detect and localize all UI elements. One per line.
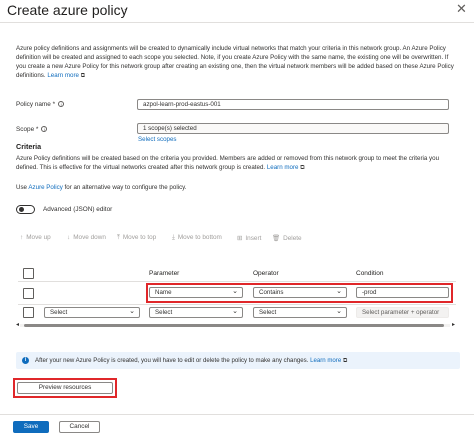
move-down-button[interactable]: ↓ Move down xyxy=(67,234,106,241)
group-value: Select xyxy=(50,309,68,316)
alt-prefix: Use xyxy=(16,184,28,191)
footer-divider xyxy=(0,414,474,415)
close-icon[interactable]: ✕ xyxy=(456,1,467,17)
scope-label: Scope * i xyxy=(16,126,48,133)
parameter-value: Name xyxy=(155,289,172,296)
intro-description: Azure policy definitions and assignments… xyxy=(16,44,456,80)
criteria-text: Azure Policy definitions will be created… xyxy=(16,155,440,172)
info-message-text: After your new Azure Policy is created, … xyxy=(35,357,309,364)
operator-select[interactable]: Select ⌄ xyxy=(253,307,347,318)
policy-name-label-text: Policy name * xyxy=(16,101,56,108)
info-message-bar: i After your new Azure Policy is created… xyxy=(16,352,460,369)
column-header-operator: Operator xyxy=(253,270,279,277)
toggle-knob xyxy=(18,207,24,213)
criteria-learn-more-link[interactable]: Learn more xyxy=(267,164,299,171)
column-header-condition: Condition xyxy=(356,270,384,277)
advanced-editor-toggle[interactable] xyxy=(16,205,35,214)
move-to-bottom-label: Move to bottom xyxy=(177,234,222,241)
header-divider xyxy=(0,22,474,23)
insert-icon: ⊞ xyxy=(237,235,243,242)
info-icon: i xyxy=(22,356,29,364)
info-learn-more-link[interactable]: Learn more xyxy=(310,357,341,364)
delete-button[interactable]: 🗑︎ Delete xyxy=(272,234,302,242)
move-down-label: Move down xyxy=(73,234,106,241)
chevron-down-icon: ⌄ xyxy=(129,308,135,315)
insert-label: Insert xyxy=(245,235,262,242)
horizontal-scrollbar[interactable] xyxy=(24,324,444,327)
insert-button[interactable]: ⊞ Insert xyxy=(237,234,261,242)
policy-name-input[interactable]: azpol-learn-prod-eastus-001 xyxy=(137,99,449,110)
row-checkbox[interactable] xyxy=(23,307,34,318)
operator-value: Select xyxy=(259,309,277,316)
move-to-bottom-button[interactable]: ⤓ Move to bottom xyxy=(172,234,222,242)
group-select[interactable]: Select ⌄ xyxy=(44,307,140,318)
chevron-down-icon: ⌄ xyxy=(232,308,238,315)
cancel-button[interactable]: Cancel xyxy=(59,421,100,433)
chevron-down-icon: ⌄ xyxy=(336,288,342,295)
arrow-to-bottom-icon: ⤓ xyxy=(172,234,175,241)
delete-label: Delete xyxy=(283,235,302,242)
alt-suffix: for an alternative way to configure the … xyxy=(64,184,187,191)
parameter-value: Select xyxy=(155,309,173,316)
external-link-icon: ⧉ xyxy=(300,164,305,172)
external-link-icon: ⧉ xyxy=(80,72,86,80)
scroll-left-icon[interactable]: ◂ xyxy=(16,321,19,328)
move-to-top-button[interactable]: ⤒ Move to top xyxy=(117,234,156,242)
scroll-right-icon[interactable]: ▸ xyxy=(452,321,455,328)
scope-field: 1 scope(s) selected xyxy=(137,123,449,134)
row-divider xyxy=(18,304,456,305)
operator-select[interactable]: Contains ⌄ xyxy=(253,287,347,298)
intro-learn-more-link[interactable]: Learn more xyxy=(47,72,79,79)
advanced-editor-label: Advanced (JSON) editor xyxy=(43,206,113,213)
chevron-down-icon: ⌄ xyxy=(336,308,342,315)
condition-input-disabled: Select parameter + operator xyxy=(356,307,449,318)
operator-value: Contains xyxy=(259,289,284,296)
scope-label-text: Scope * xyxy=(16,126,39,133)
info-message: After your new Azure Policy is created, … xyxy=(35,357,347,365)
page-title: Create azure policy xyxy=(7,2,128,18)
more-options-icon[interactable]: … xyxy=(117,2,128,13)
save-button[interactable]: Save xyxy=(13,421,49,433)
policy-name-label: Policy name * i xyxy=(16,101,65,108)
column-header-parameter: Parameter xyxy=(149,270,180,277)
external-link-icon: ⧉ xyxy=(342,357,348,364)
move-up-button[interactable]: ↑ Move up xyxy=(20,234,51,241)
move-to-top-label: Move to top xyxy=(122,234,157,241)
criteria-heading: Criteria xyxy=(16,142,42,151)
criteria-description: Azure Policy definitions will be created… xyxy=(16,154,456,172)
arrow-down-icon: ↓ xyxy=(67,234,71,241)
azure-policy-link[interactable]: Azure Policy xyxy=(28,184,62,191)
condition-input[interactable]: -prod xyxy=(356,287,449,298)
arrow-to-top-icon: ⤒ xyxy=(117,234,120,241)
preview-resources-button[interactable]: Preview resources xyxy=(17,382,113,394)
parameter-select[interactable]: Select ⌄ xyxy=(149,307,243,318)
trash-icon: 🗑︎ xyxy=(272,235,281,242)
move-up-label: Move up xyxy=(26,234,51,241)
alternative-text: Use Azure Policy for an alternative way … xyxy=(16,183,456,192)
select-scopes-link[interactable]: Select scopes xyxy=(138,136,177,143)
arrow-up-icon: ↑ xyxy=(20,234,24,241)
parameter-select[interactable]: Name ⌄ xyxy=(149,287,243,298)
row-checkbox[interactable] xyxy=(23,288,34,299)
info-icon[interactable]: i xyxy=(41,126,48,133)
info-icon[interactable]: i xyxy=(58,101,65,108)
chevron-down-icon: ⌄ xyxy=(232,288,238,295)
table-header-divider xyxy=(18,281,456,282)
select-all-checkbox[interactable] xyxy=(23,268,34,279)
